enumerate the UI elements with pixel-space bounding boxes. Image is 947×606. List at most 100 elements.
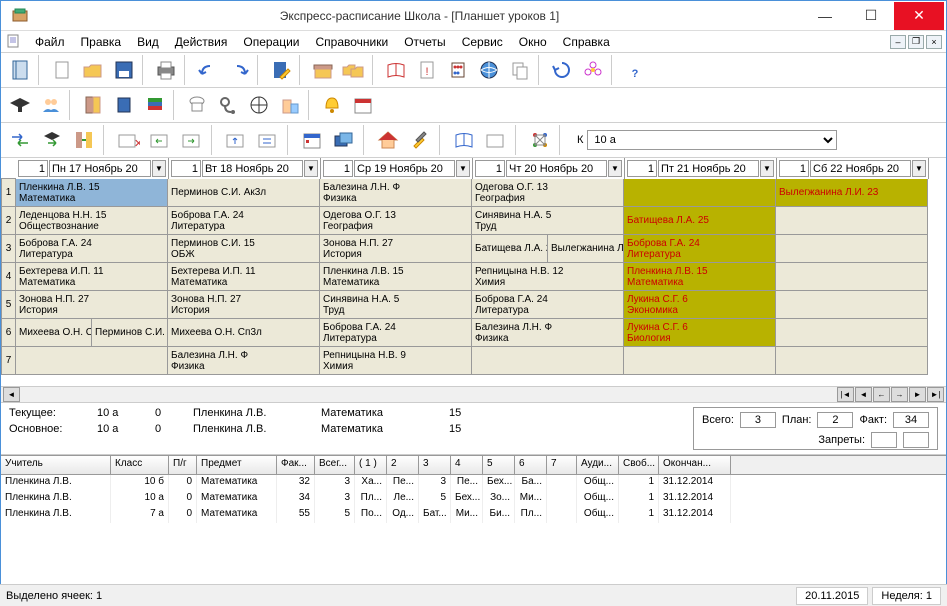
lesson-cell[interactable] <box>624 347 776 375</box>
doc-alert-icon[interactable]: ! <box>412 55 442 85</box>
lesson-cell[interactable]: Пленкина Л.В. 15Математика <box>16 179 168 207</box>
lesson-cell[interactable]: Одегова О.Г. 13География <box>472 179 624 207</box>
menu-Операции[interactable]: Операции <box>235 33 307 51</box>
lesson-cell[interactable]: Батищева Л.А. 25 <box>624 207 776 235</box>
undo-icon[interactable] <box>193 55 223 85</box>
menu-Вид[interactable]: Вид <box>129 33 167 51</box>
card-eq-icon[interactable] <box>253 125 283 155</box>
lesson-cell[interactable]: Перминов С.И. 15ОБЖ <box>168 235 320 263</box>
lesson-cell[interactable]: Балезина Л.Н. ФФизика <box>320 179 472 207</box>
lesson-cell[interactable]: Зонова Н.П. 27История <box>16 291 168 319</box>
day-spinner[interactable] <box>779 160 809 177</box>
lesson-cell[interactable] <box>776 263 928 291</box>
medic-icon[interactable] <box>213 90 243 120</box>
day-date[interactable]: Чт 20 Ноябрь 20 <box>506 160 607 177</box>
day-spinner[interactable] <box>475 160 505 177</box>
scroll-left-button[interactable]: ◄ <box>3 387 20 402</box>
card-del-icon[interactable]: ✕ <box>113 125 143 155</box>
bell-icon[interactable] <box>317 90 347 120</box>
menu-Отчеты[interactable]: Отчеты <box>396 33 453 51</box>
refresh-icon[interactable] <box>547 55 577 85</box>
day-dropdown-button[interactable]: ▼ <box>456 160 470 177</box>
flower-icon[interactable] <box>578 55 608 85</box>
lesson-cell[interactable] <box>776 347 928 375</box>
grad-icon[interactable] <box>5 90 35 120</box>
nav-prev-button[interactable]: ◄ <box>855 387 872 402</box>
menu-Окно[interactable]: Окно <box>511 33 555 51</box>
menu-Сервис[interactable]: Сервис <box>454 33 511 51</box>
print-icon[interactable] <box>151 55 181 85</box>
lesson-cell[interactable] <box>776 235 928 263</box>
menu-Файл[interactable]: Файл <box>27 33 73 51</box>
class-selector[interactable]: 10 а <box>587 130 837 150</box>
nav-first-button[interactable]: |◄ <box>837 387 854 402</box>
mdi-minimize-button[interactable]: – <box>890 35 906 49</box>
new-icon[interactable] <box>47 55 77 85</box>
menu-Правка[interactable]: Правка <box>73 33 130 51</box>
building-icon[interactable] <box>275 90 305 120</box>
lesson-cell[interactable]: Бехтерева И.П. 11Математика <box>168 263 320 291</box>
ball-icon[interactable] <box>244 90 274 120</box>
day-dropdown-button[interactable]: ▼ <box>760 160 774 177</box>
notebook-icon[interactable] <box>5 55 35 85</box>
home-icon[interactable] <box>373 125 403 155</box>
copy-icon[interactable] <box>505 55 535 85</box>
lesson-cell[interactable]: Боброва Г.А. 24Литература <box>472 291 624 319</box>
blue-book-icon[interactable] <box>109 90 139 120</box>
lesson-cell[interactable]: Пленкина Л.В. 15Математика <box>624 263 776 291</box>
table-header-cell[interactable]: Своб... <box>619 456 659 474</box>
day-dropdown-button[interactable]: ▼ <box>152 160 166 177</box>
table-header-cell[interactable]: Класс <box>111 456 169 474</box>
lesson-cell[interactable]: Боброва Г.А. 24Литература <box>168 207 320 235</box>
lesson-cell[interactable] <box>776 291 928 319</box>
lesson-cell[interactable]: Балезина Л.Н. ФФизика <box>168 347 320 375</box>
cal2-icon[interactable] <box>297 125 327 155</box>
lesson-cell[interactable]: Леденцова Н.Н. 15Обществознание <box>16 207 168 235</box>
cards-icon[interactable] <box>329 125 359 155</box>
lesson-cell[interactable]: Репницына Н.В. 12Химия <box>472 263 624 291</box>
lesson-cell[interactable]: Бехтерева И.П. 11Математика <box>16 263 168 291</box>
table-row[interactable]: Пленкина Л.В.10 б0Математика323Ха...Пе..… <box>1 475 946 491</box>
lesson-cell[interactable]: Михеева О.Н. Сп3лПерминов С.И. Ак3л <box>16 319 168 347</box>
table-header-cell[interactable]: ( 1 ) <box>355 456 387 474</box>
lesson-cell[interactable] <box>776 207 928 235</box>
day-date[interactable]: Вт 18 Ноябрь 20 <box>202 160 303 177</box>
book-open-icon[interactable] <box>449 125 479 155</box>
lesson-cell[interactable]: Зонова Н.П. 27История <box>320 235 472 263</box>
table-header-cell[interactable]: Всег... <box>315 456 355 474</box>
minimize-button[interactable]: — <box>802 2 848 30</box>
menu-Действия[interactable]: Действия <box>167 33 236 51</box>
lesson-cell[interactable] <box>16 347 168 375</box>
lesson-cell[interactable]: Боброва Г.А. 24Литература <box>16 235 168 263</box>
lesson-cell[interactable]: Синявина Н.А. 5Труд <box>472 207 624 235</box>
table-header-cell[interactable]: Ауди... <box>577 456 619 474</box>
day-date[interactable]: Сб 22 Ноябрь 20 <box>810 160 911 177</box>
mdi-restore-button[interactable]: ❐ <box>908 35 924 49</box>
door-icon[interactable] <box>78 90 108 120</box>
folders-icon[interactable] <box>339 55 369 85</box>
lesson-cell[interactable]: Зонова Н.П. 27История <box>168 291 320 319</box>
table-header-cell[interactable]: 4 <box>451 456 483 474</box>
swap-icon[interactable] <box>5 125 35 155</box>
lesson-cell[interactable]: Михеева О.Н. Сп3л <box>168 319 320 347</box>
card-up-icon[interactable] <box>221 125 251 155</box>
calendar-icon[interactable] <box>348 90 378 120</box>
card-left-icon[interactable] <box>145 125 175 155</box>
abacus-icon[interactable] <box>443 55 473 85</box>
table-header-cell[interactable]: П/г <box>169 456 197 474</box>
open-icon[interactable] <box>78 55 108 85</box>
lesson-cell[interactable]: Боброва Г.А. 24Литература <box>320 319 472 347</box>
day-dropdown-button[interactable]: ▼ <box>304 160 318 177</box>
table-header-cell[interactable]: 7 <box>547 456 577 474</box>
day-dropdown-button[interactable]: ▼ <box>912 160 926 177</box>
users-icon[interactable] <box>36 90 66 120</box>
menu-Справочники[interactable]: Справочники <box>308 33 397 51</box>
day-dropdown-button[interactable]: ▼ <box>608 160 622 177</box>
lesson-cell[interactable]: Лукина С.Г. 6Экономика <box>624 291 776 319</box>
day-date[interactable]: Пт 21 Ноябрь 20 <box>658 160 759 177</box>
lesson-cell[interactable]: Балезина Л.Н. ФФизика <box>472 319 624 347</box>
table-header-cell[interactable]: Предмет <box>197 456 277 474</box>
lesson-cell[interactable]: Пленкина Л.В. 15Математика <box>320 263 472 291</box>
lesson-cell[interactable]: Репницына Н.В. 9Химия <box>320 347 472 375</box>
day-spinner[interactable] <box>323 160 353 177</box>
